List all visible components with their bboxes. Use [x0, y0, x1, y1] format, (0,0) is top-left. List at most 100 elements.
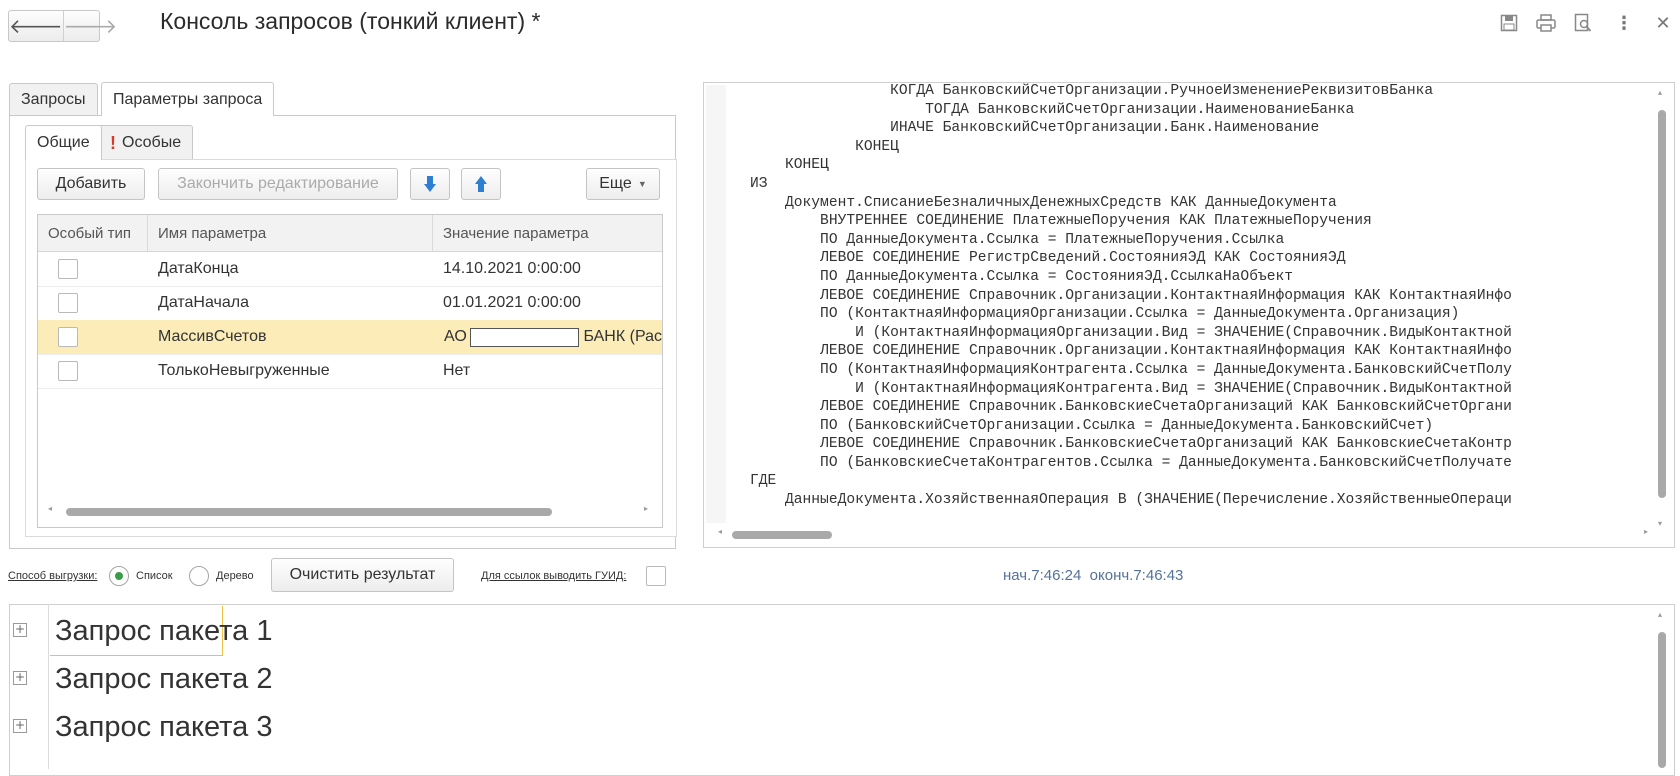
editor-horizontal-scrollbar[interactable]: ◂ ▸: [718, 527, 1648, 540]
expand-icon[interactable]: +: [13, 719, 27, 733]
query-line: КОНЕЦ: [750, 157, 829, 174]
column-header-special-type[interactable]: Особый тип: [38, 215, 148, 251]
results-vertical-scrollbar[interactable]: ▴: [1656, 610, 1668, 768]
query-line: ПО (БанковскиеСчетаКонтрагентов.Ссылка =…: [750, 454, 1512, 471]
param-value-cell[interactable]: Нет: [433, 354, 662, 388]
tab-label: Особые: [122, 134, 182, 151]
more-icon[interactable]: ⋮: [1613, 12, 1635, 34]
table-row[interactable]: ТолькоНевыгруженные Нет: [38, 354, 662, 389]
radio-list[interactable]: [109, 566, 129, 586]
result-item[interactable]: Запрос пакета 3: [55, 711, 272, 744]
value-prefix: АО: [444, 328, 467, 345]
export-mode-label: Способ выгрузки:: [8, 570, 98, 582]
scrollbar-thumb[interactable]: [732, 531, 832, 539]
column-header-param-name[interactable]: Имя параметра: [148, 215, 433, 251]
query-line: ПО (КонтактнаяИнформацияОрганизации.Ссыл…: [750, 306, 1460, 323]
editor-vertical-scrollbar[interactable]: ▴ ▾: [1656, 88, 1668, 528]
query-line: ЛЕВОЕ СОЕДИНЕНИЕ РегистрСведений.Состоян…: [750, 250, 1346, 267]
scroll-up-icon[interactable]: ▴: [1658, 88, 1662, 97]
scrollbar-thumb[interactable]: [66, 508, 552, 516]
editor-gutter: [706, 85, 726, 523]
scroll-up-icon[interactable]: ▴: [1658, 610, 1662, 619]
scroll-left-icon[interactable]: ◂: [718, 527, 722, 536]
query-line: И (КонтактнаяИнформацияОрганизации.Вид =…: [750, 324, 1512, 341]
param-name-cell: ДатаКонца: [158, 260, 239, 277]
radio-list-label[interactable]: Список: [136, 570, 173, 582]
tab-label: Запросы: [21, 91, 86, 108]
radio-dot: [115, 572, 123, 580]
query-line: И (КонтактнаяИнформацияКонтрагента.Вид =…: [750, 380, 1512, 397]
query-line: ПО ДанныеДокумента.Ссылка = ПлатежныеПор…: [750, 231, 1285, 248]
more-button[interactable]: Еще ▼: [586, 168, 660, 200]
param-value-cell[interactable]: 14.10.2021 0:00:00: [433, 252, 662, 286]
column-header-param-value[interactable]: Значение параметра: [433, 215, 662, 251]
forward-arrow-icon[interactable]: 🡒: [62, 11, 117, 41]
special-type-checkbox[interactable]: [58, 259, 78, 279]
table-row[interactable]: ДатаНачала 01.01.2021 0:00:00: [38, 286, 662, 321]
table-header: Особый тип Имя параметра Значение параме…: [38, 215, 662, 252]
param-name-cell: ДатаНачала: [158, 294, 249, 311]
results-tree-gutter-line: [48, 604, 49, 769]
table-row[interactable]: МассивСчетов АО БАНК (Рас: [38, 320, 662, 355]
expand-icon[interactable]: +: [13, 623, 27, 637]
move-down-button[interactable]: [410, 168, 450, 200]
special-flag-icon: !: [110, 132, 116, 153]
guid-checkbox[interactable]: [646, 566, 666, 586]
print-icon[interactable]: [1535, 12, 1557, 34]
timing-text: нач.7:46:24 оконч.7:46:43: [1003, 567, 1184, 584]
result-item[interactable]: Запрос пакета 1: [55, 615, 272, 648]
tab-query-params[interactable]: Параметры запроса: [101, 82, 275, 116]
clear-result-button[interactable]: Очистить результат: [271, 558, 454, 592]
close-icon[interactable]: ✕: [1652, 12, 1674, 34]
arrow-down-icon: [424, 176, 436, 192]
guid-label: Для ссылок выводить ГУИД:: [481, 570, 627, 582]
result-item[interactable]: Запрос пакета 2: [55, 663, 272, 696]
redacted-box: [469, 327, 580, 347]
query-line: ДанныеДокумента.ХозяйственнаяОперация В …: [750, 492, 1512, 509]
expand-icon[interactable]: +: [13, 671, 27, 685]
query-line: КОНЕЦ: [750, 138, 899, 155]
query-line: ПО (КонтактнаяИнформацияКонтрагента.Ссыл…: [750, 361, 1512, 378]
query-line: ВНУТРЕННЕЕ СОЕДИНЕНИЕ ПлатежныеПоручения…: [750, 213, 1372, 230]
param-value-cell[interactable]: 01.01.2021 0:00:00: [433, 286, 662, 320]
scrollbar-thumb[interactable]: [1658, 632, 1666, 768]
param-value-cell[interactable]: АО БАНК (Рас: [433, 320, 662, 354]
query-line: ТОГДА БанковскийСчетОрганизации.Наименов…: [750, 101, 1355, 118]
query-text[interactable]: КОГДА БанковскийСчетОрганизации.РучноеИз…: [750, 82, 1655, 516]
dropdown-caret-icon: ▼: [637, 179, 647, 189]
tab-label: Параметры запроса: [113, 90, 263, 108]
add-button[interactable]: Добавить: [37, 168, 145, 200]
move-up-button[interactable]: [461, 168, 501, 200]
finish-editing-button[interactable]: Закончить редактирование: [158, 168, 398, 200]
subtab-general[interactable]: Общие: [25, 125, 102, 160]
query-line: ЛЕВОЕ СОЕДИНЕНИЕ Справочник.БанковскиеСч…: [750, 436, 1512, 453]
subtab-special[interactable]: ! Особые: [98, 125, 194, 160]
scroll-down-icon[interactable]: ▾: [1658, 519, 1662, 528]
tab-queries[interactable]: Запросы: [9, 83, 98, 116]
scroll-right-icon[interactable]: ▸: [1644, 527, 1648, 536]
back-arrow-icon[interactable]: 🡐: [9, 11, 63, 41]
radio-tree[interactable]: [189, 566, 209, 586]
arrow-up-icon: [475, 176, 487, 192]
query-line: ПО ДанныеДокумента.Ссылка = СостоянияЭД.…: [750, 268, 1293, 285]
table-horizontal-scrollbar[interactable]: ◂ ▸: [48, 504, 648, 517]
save-icon[interactable]: [1498, 12, 1520, 34]
value-suffix: БАНК (Рас: [583, 328, 662, 345]
special-type-checkbox[interactable]: [58, 361, 78, 381]
special-type-checkbox[interactable]: [58, 293, 78, 313]
scroll-right-icon[interactable]: ▸: [644, 504, 648, 513]
query-line: ЛЕВОЕ СОЕДИНЕНИЕ Справочник.Организации.…: [750, 343, 1512, 360]
nav-buttons: 🡐 🡒: [8, 10, 117, 42]
window-title: Консоль запросов (тонкий клиент) *: [160, 8, 541, 34]
table-row[interactable]: ДатаКонца 14.10.2021 0:00:00: [38, 252, 662, 287]
preview-icon[interactable]: [1572, 12, 1594, 34]
scroll-left-icon[interactable]: ◂: [48, 504, 52, 513]
radio-tree-label[interactable]: Дерево: [216, 570, 254, 582]
param-name-cell: МассивСчетов: [158, 328, 267, 345]
scrollbar-thumb[interactable]: [1658, 110, 1666, 498]
params-table: Особый тип Имя параметра Значение параме…: [37, 214, 663, 528]
special-type-checkbox[interactable]: [58, 327, 78, 347]
query-line: ЛЕВОЕ СОЕДИНЕНИЕ Справочник.БанковскиеСч…: [750, 399, 1512, 416]
more-label: Еще: [599, 175, 632, 192]
tab-label: Общие: [37, 134, 90, 151]
